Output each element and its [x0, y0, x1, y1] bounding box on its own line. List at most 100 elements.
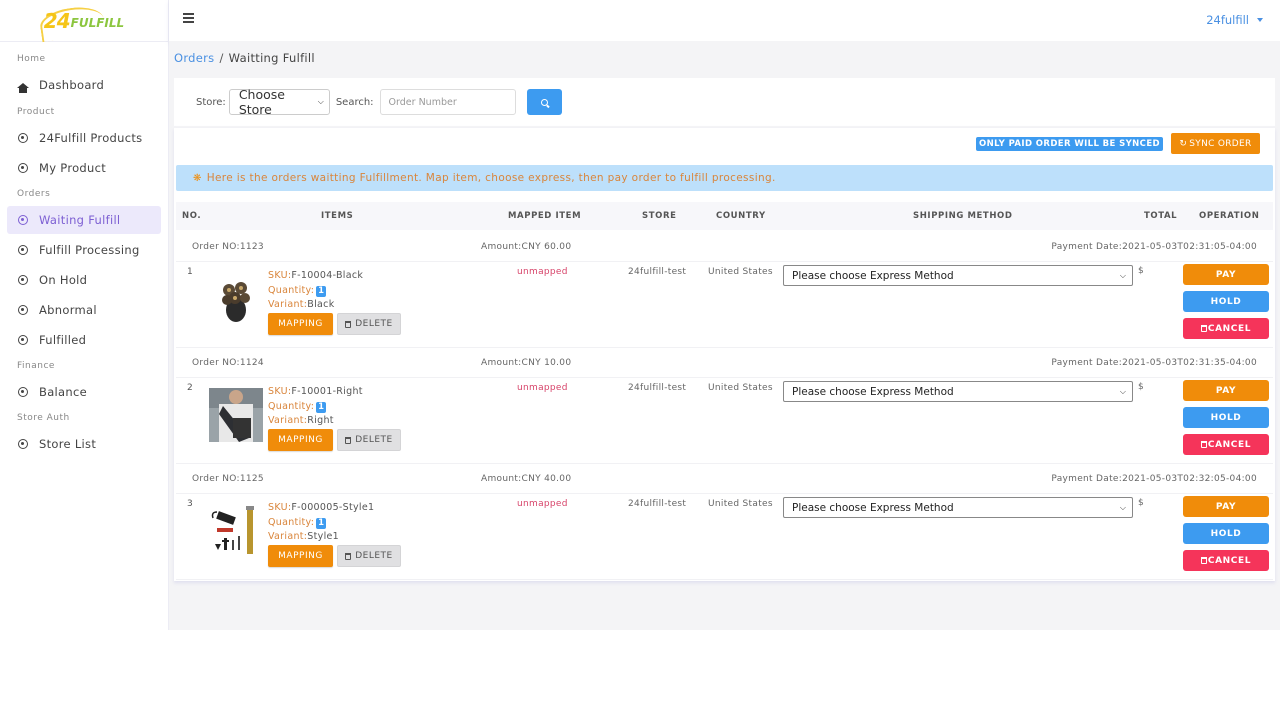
product-thumbnail — [209, 504, 263, 558]
sidebar-item-label: Abnormal — [39, 303, 97, 317]
col-operation: OPERATION — [1199, 211, 1260, 221]
search-icon — [540, 98, 548, 106]
sidebar-item-fulfill-processing[interactable]: Fulfill Processing — [7, 236, 161, 264]
sidebar-item-store-list[interactable]: Store List — [7, 430, 161, 458]
breadcrumb-separator: / — [219, 51, 224, 65]
refresh-icon: ↻ — [1179, 138, 1188, 149]
variant-value: Style1 — [307, 531, 340, 542]
sidebar-item-label: Fulfill Processing — [39, 243, 140, 257]
circle-dot-icon — [17, 214, 29, 226]
circle-dot-icon — [17, 304, 29, 316]
circle-dot-icon — [17, 438, 29, 450]
breadcrumb-current: Waitting Fulfill — [228, 51, 315, 65]
mapping-button[interactable]: MAPPING — [268, 545, 333, 567]
mapping-button[interactable]: MAPPING — [268, 429, 333, 451]
sidebar-item-label: Fulfilled — [39, 333, 87, 347]
shipping-method-select[interactable]: Please choose Express Method ⌵ — [783, 381, 1133, 402]
sidebar-item-on-hold[interactable]: On Hold — [7, 266, 161, 294]
sku-label: SKU: — [268, 386, 292, 397]
search-input[interactable] — [379, 89, 516, 115]
sidebar-item-label: On Hold — [39, 273, 88, 287]
delete-button[interactable]: DELETE — [337, 429, 401, 451]
sidebar-item-label: Balance — [39, 385, 87, 399]
quantity-badge: 1 — [316, 285, 327, 297]
pay-button[interactable]: PAY — [1183, 264, 1269, 285]
bell-icon: ❋ — [193, 172, 202, 184]
table-row: 1 SKU:F-10004-Black Quantity: 1 Variant:Blac… — [176, 262, 1273, 348]
payment-date: Payment Date:2021-05-03T02:32:05-04:00 — [1051, 474, 1257, 484]
sidebar-item-abnormal[interactable]: Abnormal — [7, 296, 161, 324]
sidebar-item-fulfilled[interactable]: Fulfilled — [7, 326, 161, 354]
payment-date: Payment Date:2021-05-03T02:31:35-04:00 — [1051, 358, 1257, 368]
item-details: SKU:F-10001-Right Quantity: 1 Variant:Right — [268, 385, 363, 429]
main-content: Orders / Waitting Fulfill Store: Choose St… — [169, 41, 1280, 630]
sidebar-item-my-product[interactable]: My Product — [7, 154, 161, 182]
hold-button[interactable]: HOLD — [1183, 291, 1269, 312]
delete-button[interactable]: DELETE — [337, 313, 401, 335]
cancel-button[interactable]: CANCEL — [1183, 550, 1269, 571]
top-header: 24fulfill — [169, 0, 1280, 41]
chevron-down-icon: ⌵ — [1119, 386, 1126, 396]
user-menu[interactable]: 24fulfill — [1206, 13, 1263, 27]
variant-label: Variant: — [268, 531, 308, 542]
table-header: NO. ITEMS MAPPED ITEM STORE COUNTRY SHIP… — [176, 202, 1273, 230]
sidebar-item-waiting-fulfill[interactable]: Waiting Fulfill — [7, 206, 161, 234]
alert-text: Here is the orders waitting Fulfillment.… — [206, 172, 776, 184]
orders-panel: ONLY PAID ORDER WILL BE SYNCED ↻ SYNC OR… — [174, 128, 1275, 581]
search-button[interactable] — [526, 89, 562, 115]
country: United States — [708, 499, 773, 509]
variant-label: Variant: — [268, 415, 308, 426]
quantity-badge: 1 — [316, 401, 327, 413]
delete-label: DELETE — [355, 319, 393, 329]
sidebar-item-balance[interactable]: Balance — [7, 378, 161, 406]
hold-button[interactable]: HOLD — [1183, 407, 1269, 428]
trash-icon — [1200, 441, 1207, 448]
sync-order-button[interactable]: ↻ SYNC ORDER — [1171, 133, 1260, 154]
shipping-method-select[interactable]: Please choose Express Method ⌵ — [783, 497, 1133, 518]
circle-dot-icon — [17, 334, 29, 346]
breadcrumb-orders[interactable]: Orders — [174, 51, 214, 65]
pay-label: PAY — [1215, 385, 1237, 396]
table-row: 2 SKU:F-10001-Right Quantity: 1 Variant:Righ… — [176, 378, 1273, 464]
order-number: Order NO:1124 — [192, 358, 264, 368]
pay-button[interactable]: PAY — [1183, 380, 1269, 401]
cancel-button[interactable]: CANCEL — [1183, 318, 1269, 339]
sidebar-section-title: Finance — [17, 361, 55, 371]
sidebar-item-24fulfill-products[interactable]: 24Fulfill Products — [7, 124, 161, 152]
total-value: $ — [1138, 382, 1144, 392]
mapping-button[interactable]: MAPPING — [268, 313, 333, 335]
total-value: $ — [1138, 498, 1144, 508]
row-index: 1 — [187, 267, 193, 277]
sidebar-section-title: Product — [17, 107, 55, 117]
mapped-status: unmapped — [517, 267, 568, 277]
country: United States — [708, 267, 773, 277]
hold-button[interactable]: HOLD — [1183, 523, 1269, 544]
pay-button[interactable]: PAY — [1183, 496, 1269, 517]
delete-button[interactable]: DELETE — [337, 545, 401, 567]
sidebar-section-title: Store Auth — [17, 413, 70, 423]
menu-toggle-icon[interactable] — [183, 13, 194, 24]
shipping-method-value: Please choose Express Method — [792, 385, 954, 398]
logo[interactable]: 24 FULFILL — [0, 0, 168, 43]
order-number: Order NO:1123 — [192, 242, 264, 252]
cancel-button[interactable]: CANCEL — [1183, 434, 1269, 455]
store-select[interactable]: Choose Store ⌵ — [228, 87, 330, 117]
payment-date: Payment Date:2021-05-03T02:31:05-04:00 — [1051, 242, 1257, 252]
order-number: Order NO:1125 — [192, 474, 264, 484]
store-name: 24fulfill-test — [628, 267, 687, 277]
sku-label: SKU: — [268, 270, 292, 281]
quantity-label: Quantity: — [268, 284, 315, 296]
mapping-label: MAPPING — [278, 319, 323, 329]
col-store: STORE — [642, 211, 677, 221]
chevron-down-icon: ⌵ — [1119, 502, 1126, 512]
sidebar-item-label: My Product — [39, 161, 107, 175]
trash-icon — [345, 436, 352, 444]
hold-label: HOLD — [1210, 296, 1242, 307]
shipping-method-select[interactable]: Please choose Express Method ⌵ — [783, 265, 1133, 286]
trash-icon — [345, 320, 352, 328]
country: United States — [708, 383, 773, 393]
sku-value: F-000005-Style1 — [291, 502, 375, 513]
shipping-method-value: Please choose Express Method — [792, 269, 954, 282]
sidebar-item-label: Waiting Fulfill — [39, 213, 121, 227]
sidebar-item-dashboard[interactable]: Dashboard — [7, 71, 161, 99]
